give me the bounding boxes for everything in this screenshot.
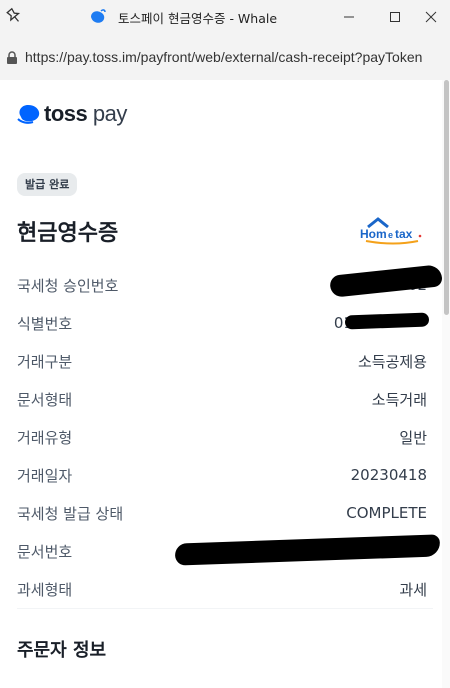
row-tax-type: 과세형태 과세 (17, 580, 427, 599)
logo-pay-text: pay (92, 101, 127, 126)
whale-browser-icon (89, 8, 107, 26)
page-content: toss pay 발급 완료 현금영수증 Hom e tax 국세청 승인번호 … (0, 80, 450, 688)
toss-logo-icon (17, 105, 40, 124)
address-bar[interactable]: https://pay.toss.im/payfront/web/externa… (0, 33, 450, 80)
svg-text:tax: tax (395, 227, 413, 241)
section-divider (17, 608, 433, 609)
row-transaction-date: 거래일자 20230418 (17, 466, 427, 485)
window-titlebar: 토스페이 현금영수증 - Whale (0, 0, 450, 33)
window-title: 토스페이 현금영수증 - Whale (118, 11, 278, 26)
orderer-info-title: 주문자 정보 (17, 640, 107, 661)
url-text[interactable]: https://pay.toss.im/payfront/web/externa… (25, 49, 435, 65)
redaction-mark (344, 312, 430, 330)
toss-pay-logo: toss pay (17, 101, 127, 127)
maximize-button[interactable] (380, 0, 410, 33)
svg-text:e: e (388, 230, 393, 240)
logo-toss-text: toss (44, 101, 88, 126)
pin-icon[interactable] (4, 6, 24, 26)
minimize-button[interactable] (334, 0, 364, 33)
page-title: 현금영수증 (17, 221, 119, 246)
close-button[interactable] (416, 0, 446, 33)
row-issue-status: 국세청 발급 상태 COMPLETE (17, 504, 427, 523)
status-badge: 발급 완료 (17, 173, 78, 196)
scrollbar-thumb[interactable] (444, 80, 449, 315)
svg-text:Hom: Hom (360, 227, 387, 241)
scrollbar[interactable] (442, 80, 450, 688)
row-document-form: 문서형태 소득거래 (17, 390, 427, 409)
row-transaction-category: 거래구분 소득공제용 (17, 352, 427, 371)
row-transaction-type: 거래유형 일반 (17, 428, 427, 447)
lock-icon[interactable] (6, 50, 18, 64)
hometax-logo: Hom e tax (360, 217, 422, 245)
